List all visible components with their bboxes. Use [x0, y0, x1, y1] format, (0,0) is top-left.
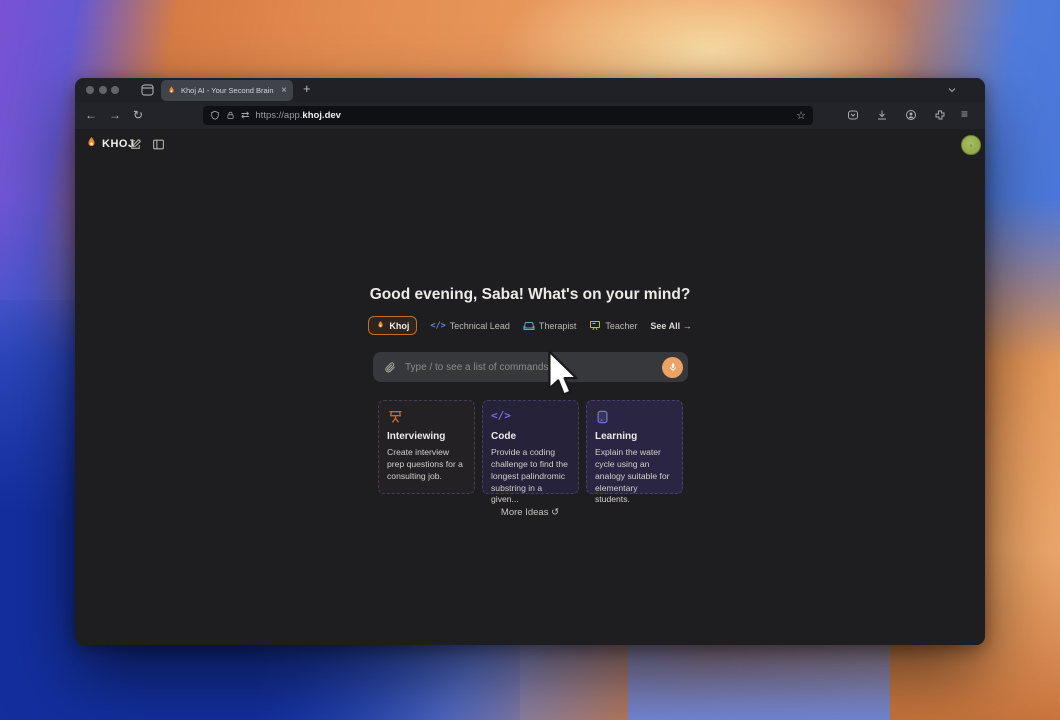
refresh-icon: ↺ — [551, 507, 560, 518]
minimize-window-button[interactable] — [98, 86, 107, 94]
window-controls[interactable] — [86, 86, 119, 94]
chalkboard-icon — [589, 320, 601, 331]
extensions-icon[interactable] — [934, 109, 946, 121]
tab-favicon-khoj-icon — [167, 86, 176, 96]
agent-label: Khoj — [389, 320, 410, 331]
url-text[interactable]: https://app.khoj.dev — [255, 110, 790, 121]
tracking-shield-icon[interactable] — [210, 110, 220, 121]
list-tabs-chevron-icon[interactable] — [947, 85, 957, 95]
code-icon: </> — [430, 320, 446, 331]
agent-pill-khoj[interactable]: Khoj — [368, 316, 418, 335]
user-avatar[interactable]: ◦ — [961, 135, 981, 155]
agent-label: Teacher — [605, 320, 638, 331]
account-icon[interactable] — [905, 109, 917, 121]
microphone-icon — [669, 362, 676, 371]
app-header: KHOJ ◦ — [75, 134, 985, 158]
downloads-icon[interactable] — [876, 109, 888, 121]
sidebar-toggle-icon[interactable] — [152, 138, 165, 151]
code-icon: </> — [491, 409, 511, 422]
more-ideas-label: More Ideas — [500, 507, 549, 518]
card-title: Code — [491, 431, 516, 442]
suggestion-cards: Interviewing Create interview prep quest… — [378, 400, 683, 504]
agent-pill-technical-lead[interactable]: </> Technical Lead — [430, 321, 509, 331]
see-all-link[interactable]: See All → — [650, 321, 691, 331]
more-ideas-button[interactable]: More Ideas ↺ — [75, 507, 985, 518]
reload-button[interactable]: ↻ — [133, 108, 143, 122]
suggestion-card-interviewing[interactable]: Interviewing Create interview prep quest… — [378, 400, 475, 494]
agent-pill-teacher[interactable]: Teacher — [589, 320, 637, 331]
khoj-lantern-icon — [378, 321, 384, 328]
back-button[interactable]: ← — [85, 108, 97, 122]
card-body: Provide a coding challenge to find the l… — [491, 447, 568, 505]
browser-window: Khoj AI - Your Second Brain × + ← → ↻ ⇄ … — [75, 78, 985, 645]
agent-label: Therapist — [538, 320, 577, 331]
bookmark-star-icon[interactable]: ☆ — [796, 109, 806, 122]
close-window-button[interactable] — [86, 86, 94, 94]
khoj-lantern-icon — [88, 137, 95, 147]
card-body: Create interview prep questions for a co… — [387, 447, 463, 481]
menu-icon[interactable]: ≡ — [961, 107, 968, 121]
agent-pill-therapist[interactable]: Therapist — [523, 320, 577, 331]
khoj-app-page: KHOJ ◦ Good evening, Saba! What's on you… — [75, 129, 985, 645]
switch-protocol-icon[interactable]: ⇄ — [241, 110, 249, 121]
forward-button[interactable]: → — [109, 108, 121, 122]
lock-icon[interactable] — [226, 110, 235, 121]
voice-mic-button[interactable] — [662, 356, 683, 378]
presentation-icon — [387, 409, 466, 426]
greeting-heading: Good evening, Saba! What's on your mind? — [369, 286, 691, 303]
tab-title: Khoj AI - Your Second Brain — [181, 86, 274, 95]
book-icon — [595, 409, 674, 426]
attach-paperclip-icon[interactable] — [384, 361, 396, 374]
couch-icon — [523, 321, 535, 331]
maximize-window-button[interactable] — [111, 86, 119, 94]
chat-composer[interactable] — [373, 352, 688, 382]
new-chat-icon[interactable] — [129, 138, 142, 151]
card-body: Explain the water cycle using an analogy… — [595, 447, 670, 505]
card-title: Interviewing — [387, 431, 446, 442]
firefox-view-icon[interactable] — [141, 84, 154, 96]
agent-label: Technical Lead — [449, 320, 510, 331]
browser-tab[interactable]: Khoj AI - Your Second Brain × — [161, 80, 293, 101]
url-bar[interactable]: ⇄ https://app.khoj.dev ☆ — [203, 106, 813, 125]
tab-close-icon[interactable]: × — [281, 85, 287, 96]
agent-pills-row: Khoj </> Technical Lead Therapist Teache… — [75, 316, 985, 335]
new-tab-button[interactable]: + — [303, 81, 311, 96]
chat-input[interactable] — [405, 361, 653, 373]
khoj-logo[interactable]: KHOJ — [85, 136, 135, 151]
pocket-icon[interactable] — [847, 109, 859, 121]
suggestion-card-code[interactable]: </> Code Provide a coding challenge to f… — [482, 400, 579, 504]
card-title: Learning — [595, 431, 638, 442]
suggestion-card-learning[interactable]: Learning Explain the water cycle using a… — [586, 400, 683, 504]
tab-strip: Khoj AI - Your Second Brain × + — [75, 78, 985, 102]
browser-toolbar: ← → ↻ ⇄ https://app.khoj.dev ☆ ≡ — [75, 102, 985, 129]
